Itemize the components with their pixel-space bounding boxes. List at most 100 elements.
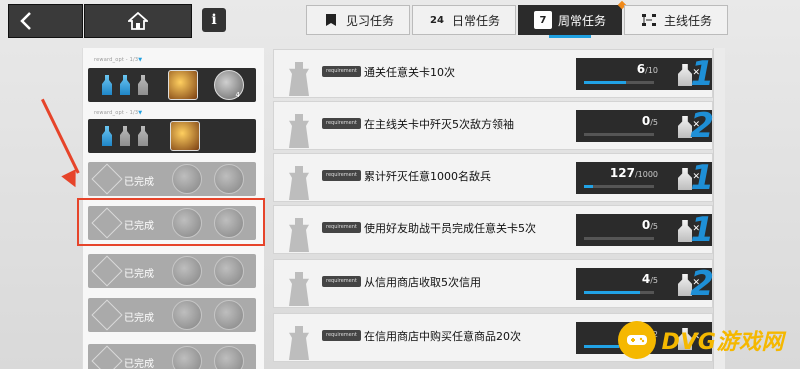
tab-trainee-tasks[interactable]: 见习任务 (306, 5, 410, 35)
annotation-arrow-head (61, 169, 83, 191)
tower-icon (276, 104, 322, 148)
bottle-icon (120, 126, 130, 146)
item-icon (172, 256, 202, 286)
requirement-badge: requirement (322, 276, 361, 287)
reward-caption: reward_opt - 1/3▼ (94, 57, 143, 63)
tab-label: 日常任务 (451, 13, 500, 28)
requirement-badge: requirement (322, 118, 361, 129)
completed-label: 已完成 (124, 221, 154, 232)
reward-amount: 1 (690, 158, 714, 198)
back-button[interactable] (8, 4, 83, 38)
tower-icon (276, 156, 322, 200)
item-icon (214, 300, 244, 330)
reward-caption: reward_opt - 1/3▼ (94, 110, 143, 116)
info-button[interactable]: i (202, 8, 226, 32)
item-icon (170, 121, 200, 151)
tower-icon (276, 208, 322, 252)
tab-main-tasks[interactable]: 主线任务 (624, 5, 728, 35)
item-icon (172, 346, 202, 369)
watermark-text: DVG游戏网 (661, 330, 784, 355)
item-icon (214, 208, 244, 238)
reward-amount: 2 (690, 106, 714, 146)
progress-value: 6/10 (636, 62, 658, 76)
item-icon (172, 300, 202, 330)
progress-value: 4/5 (641, 272, 658, 286)
tab-daily-tasks[interactable]: 24 日常任务 (412, 5, 516, 35)
item-icon (214, 164, 244, 194)
tab-weekly-tasks[interactable]: 7 周常任务 (518, 0, 627, 38)
completed-label: 已完成 (124, 269, 154, 280)
home-icon (128, 12, 148, 30)
task-description: 在信用商店中购买任意商品20次 (364, 330, 521, 343)
completed-label: 已完成 (124, 177, 154, 188)
requirement-badge: requirement (322, 330, 361, 341)
flag-icon (322, 11, 340, 29)
reward-row[interactable] (88, 119, 256, 153)
task-row[interactable]: requirement 从信用商店收取5次信用 4/5 ✕ 2 (273, 259, 714, 308)
progress-value: 0/5 (641, 114, 658, 128)
reward-row-completed[interactable]: 已完成 (88, 206, 256, 240)
diamond-icon (91, 255, 123, 287)
reward-row-completed[interactable]: 已完成 (88, 298, 256, 332)
task-row[interactable]: requirement 通关任意关卡10次 6/10 ✕ 1 (273, 49, 714, 98)
reward-amount: 2 (690, 264, 714, 304)
progress-fill (584, 185, 593, 188)
tower-icon (276, 262, 322, 306)
task-description: 通关任意关卡10次 (364, 66, 455, 79)
task-description: 在主线关卡中歼灭5次敌方领袖 (364, 118, 514, 131)
progress-value: 0/5 (641, 218, 658, 232)
reward-amount: 1 (690, 54, 714, 94)
requirement-badge: requirement (322, 66, 361, 77)
item-count: 4 (235, 91, 240, 99)
tab-label: 主线任务 (663, 13, 712, 28)
bottle-icon (138, 126, 148, 146)
progress-fill (584, 345, 619, 348)
item-icon (214, 256, 244, 286)
task-row[interactable]: requirement 在主线关卡中歼灭5次敌方领袖 0/5 ✕ 2 (273, 101, 714, 150)
requirement-badge: requirement (322, 222, 361, 233)
task-description: 使用好友助战干员完成任意关卡5次 (364, 222, 536, 235)
reward-amount: 1 (690, 210, 714, 250)
bottle-icon (102, 126, 112, 146)
progress-value: 127/1000 (609, 166, 658, 180)
task-row[interactable]: requirement 使用好友助战干员完成任意关卡5次 0/5 ✕ 1 (273, 205, 714, 254)
tower-icon (276, 316, 322, 360)
progress-fill (584, 291, 640, 294)
tab-label: 周常任务 (557, 13, 606, 28)
item-icon (172, 164, 202, 194)
tower-icon (276, 52, 322, 96)
reward-row-completed[interactable]: 已完成 (88, 162, 256, 196)
task-row[interactable]: requirement 累计歼灭任意1000名敌兵 127/1000 ✕ 1 (273, 153, 714, 202)
completed-label: 已完成 (124, 313, 154, 324)
task-progress: 4/5 ✕ 2 (576, 264, 714, 304)
bottle-icon (102, 75, 112, 95)
task-progress: 6/10 ✕ 1 (576, 54, 714, 94)
flowchart-icon (640, 11, 658, 29)
chevron-left-icon (20, 12, 31, 30)
top-bar: i 见习任务 24 日常任务 7 周常任务 主线任务 (0, 0, 800, 42)
diamond-icon (91, 207, 123, 239)
diamond-icon (91, 299, 123, 331)
24h-clock-icon: 24 (430, 14, 444, 26)
task-progress: 0/5 ✕ 2 (576, 106, 714, 146)
task-description: 累计歼灭任意1000名敌兵 (364, 170, 491, 183)
diamond-icon (91, 345, 123, 369)
watermark: DVG游戏网 (617, 321, 784, 359)
task-progress: 0/5 ✕ 1 (576, 210, 714, 250)
bottle-icon (138, 75, 148, 95)
item-icon: 4 (214, 70, 244, 100)
tab-label: 见习任务 (345, 13, 394, 28)
gamepad-icon (617, 321, 656, 359)
reward-row-completed[interactable]: 已完成 (88, 254, 256, 288)
requirement-badge: requirement (322, 170, 361, 181)
diamond-icon (91, 163, 123, 195)
task-progress: 127/1000 ✕ 1 (576, 158, 714, 198)
home-button[interactable] (84, 4, 192, 38)
progress-fill (584, 81, 626, 84)
completed-label: 已完成 (124, 359, 154, 369)
item-icon (214, 346, 244, 369)
task-description: 从信用商店收取5次信用 (364, 276, 481, 289)
task-tabs: 见习任务 24 日常任务 7 周常任务 主线任务 (306, 0, 730, 38)
reward-row[interactable]: 4 (88, 68, 256, 102)
reward-row-completed[interactable]: 已完成 (88, 344, 256, 369)
